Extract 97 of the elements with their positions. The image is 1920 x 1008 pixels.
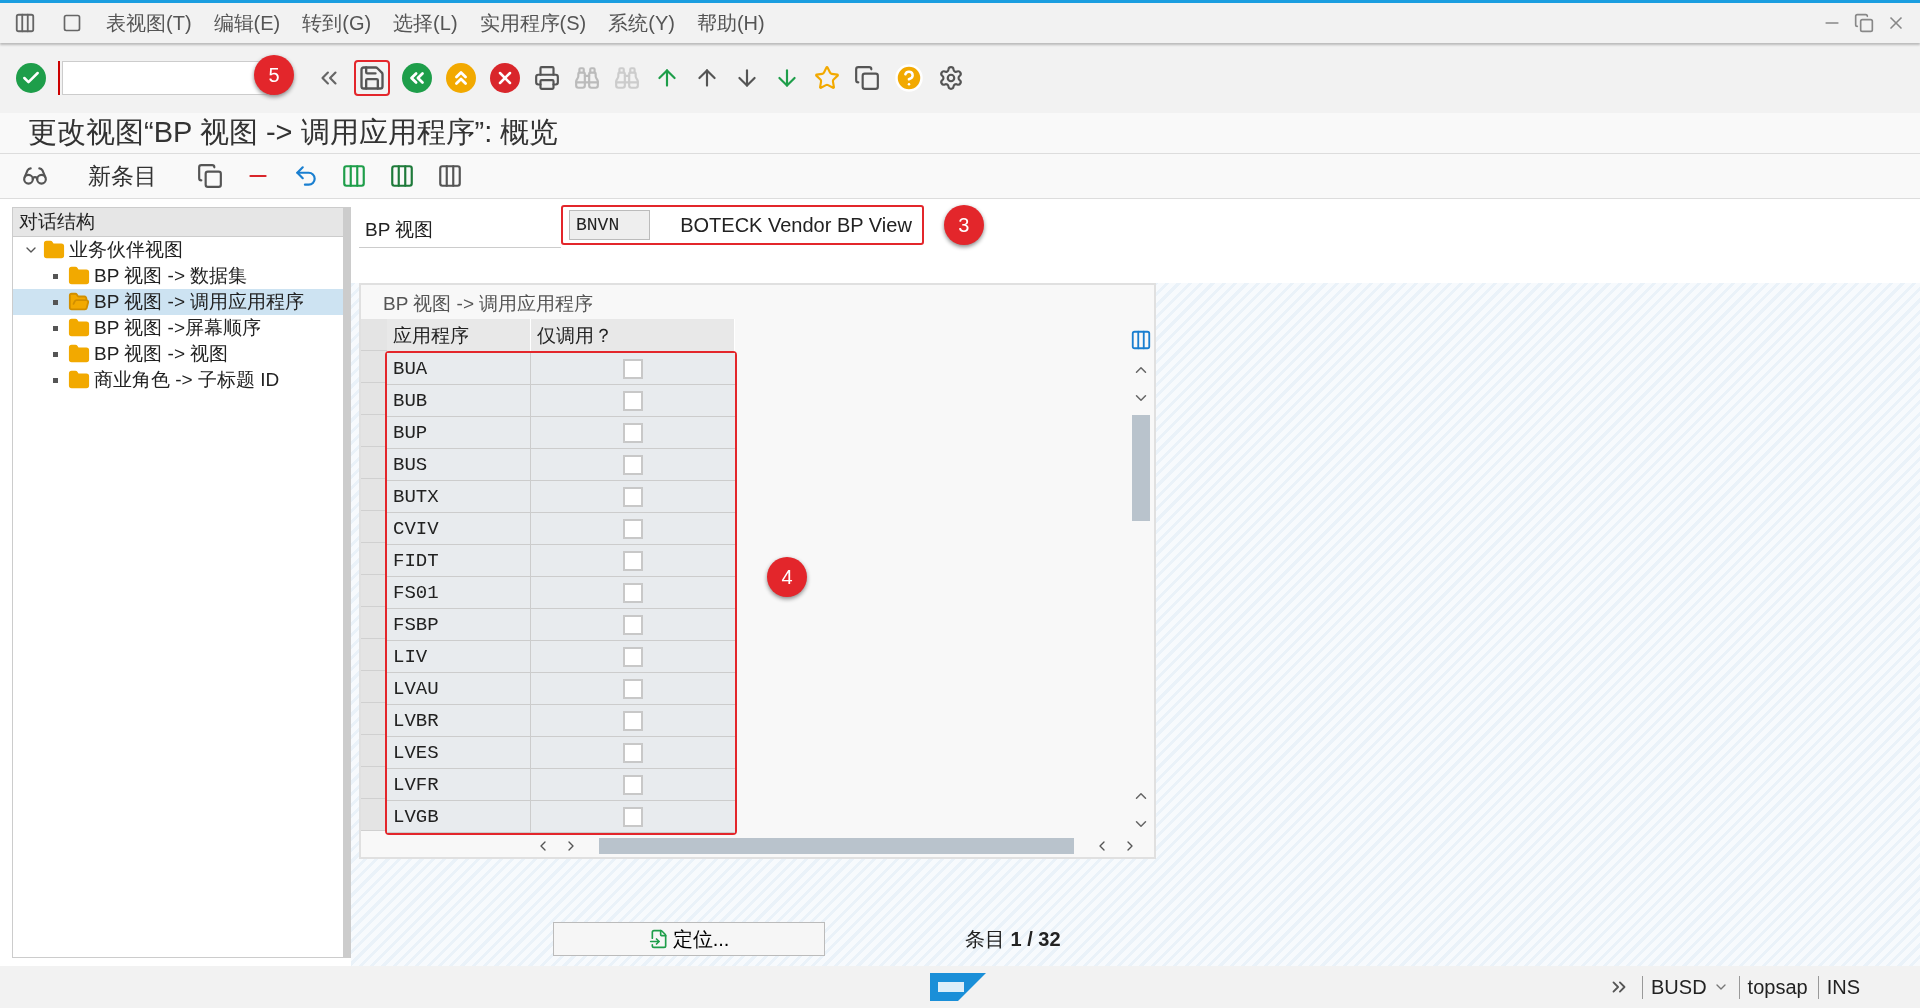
menu-item[interactable]: 表视图(T): [106, 9, 192, 37]
save-button[interactable]: [354, 60, 390, 96]
checkbox[interactable]: [623, 646, 643, 667]
tree-item[interactable]: BP 视图 ->屏幕顺序: [13, 315, 343, 341]
checkbox[interactable]: [623, 710, 643, 731]
column-header[interactable]: 仅调用？: [531, 319, 735, 351]
checkbox[interactable]: [623, 454, 643, 475]
scroll-thumb[interactable]: [1132, 415, 1150, 521]
command-field[interactable]: [62, 61, 268, 95]
table-cell: FS01: [387, 577, 531, 609]
restore-icon[interactable]: [1852, 11, 1876, 35]
row-selector[interactable]: [361, 447, 387, 479]
row-selector[interactable]: [361, 607, 387, 639]
table-cell: BUTX: [387, 481, 531, 513]
code-field[interactable]: BNVN: [569, 210, 651, 240]
folder-icon: [43, 239, 65, 261]
menu-item[interactable]: 系统(Y): [608, 9, 675, 37]
table-cell: LVGB: [387, 801, 531, 833]
checkbox[interactable]: [623, 582, 643, 603]
menu-item[interactable]: 转到(G): [302, 9, 372, 37]
checkbox[interactable]: [623, 550, 643, 571]
table-cell: BUP: [387, 417, 531, 449]
row-selector[interactable]: [361, 543, 387, 575]
column-header[interactable]: 应用程序: [387, 319, 531, 351]
bullet-icon: [53, 299, 58, 305]
logo-icon: [930, 973, 986, 1001]
folder-icon: [68, 343, 90, 365]
table-cell: FSBP: [387, 609, 531, 641]
table-title: BP 视图 -> 调用应用程序: [382, 292, 595, 316]
row-selector[interactable]: [361, 479, 387, 511]
checkbox[interactable]: [623, 742, 643, 763]
bullet-icon: [53, 377, 58, 383]
tree-item[interactable]: BP 视图 -> 视图: [13, 341, 343, 367]
menu-item[interactable]: 实用程序(S): [479, 9, 587, 37]
callout-badge: 4: [767, 557, 807, 597]
folder-icon: [68, 265, 90, 287]
checkbox[interactable]: [623, 422, 643, 443]
table-cell: CVIV: [387, 513, 531, 545]
tree-item[interactable]: 业务伙伴视图: [13, 237, 343, 263]
table-cell: LVBR: [387, 705, 531, 737]
table-cell: LVFR: [387, 769, 531, 801]
row-selector[interactable]: [361, 415, 387, 447]
row-selector[interactable]: [361, 639, 387, 671]
folder-icon: [68, 291, 90, 313]
checkbox[interactable]: [623, 358, 643, 379]
panel-header: 对话结构: [13, 208, 343, 237]
entry-count: 条目 1 / 32: [965, 926, 1061, 952]
bullet-icon: [53, 351, 58, 357]
user-text: topsap: [1738, 975, 1808, 999]
folder-icon: [68, 317, 90, 339]
field-label: BP 视图: [359, 205, 561, 248]
help-icon[interactable]: [892, 61, 926, 95]
copy-icon[interactable]: [195, 161, 225, 191]
description-text: BOTECK Vendor BP View: [680, 213, 912, 237]
checkbox[interactable]: [623, 614, 643, 635]
screen-title: 更改视图“BP 视图 -> 调用应用程序”: 概览: [0, 113, 1920, 154]
scroll-thumb[interactable]: [599, 838, 1074, 854]
checkbox[interactable]: [623, 806, 643, 827]
bullet-icon: [53, 273, 58, 279]
tree-item[interactable]: BP 视图 -> 数据集: [13, 263, 343, 289]
menu-item[interactable]: 帮助(H): [696, 9, 765, 37]
table-cell: LVAU: [387, 673, 531, 705]
table-cell: FIDT: [387, 545, 531, 577]
checkbox[interactable]: [623, 774, 643, 795]
row-selector[interactable]: [361, 671, 387, 703]
row-selector[interactable]: [361, 575, 387, 607]
checkbox[interactable]: [623, 518, 643, 539]
bullet-icon: [53, 325, 58, 331]
callout-badge: 3: [943, 205, 984, 245]
row-selector[interactable]: [361, 703, 387, 735]
row-selector[interactable]: [361, 383, 387, 415]
menu-item[interactable]: 选择(L): [393, 9, 458, 37]
row-selector[interactable]: [361, 511, 387, 543]
tree-item[interactable]: BP 视图 -> 调用应用程序: [13, 289, 343, 315]
checkbox[interactable]: [623, 390, 643, 411]
table-cell: BUS: [387, 449, 531, 481]
mode-text: INS: [1817, 975, 1860, 999]
folder-icon: [68, 369, 90, 391]
callout-badge: 5: [254, 55, 294, 95]
table-cell: LIV: [387, 641, 531, 673]
row-selector[interactable]: [361, 351, 387, 383]
menu-item[interactable]: 编辑(E): [213, 9, 281, 37]
table-cell: BUB: [387, 385, 531, 417]
row-selector[interactable]: [361, 799, 387, 831]
table-cell: LVES: [387, 737, 531, 769]
print-icon[interactable]: [532, 63, 562, 93]
table-cell: BUA: [387, 353, 531, 385]
system-dropdown[interactable]: BUSD: [1642, 975, 1729, 999]
checkbox[interactable]: [623, 678, 643, 699]
select-all-cell[interactable]: [361, 319, 387, 351]
tree-item[interactable]: 商业角色 -> 子标题 ID: [13, 367, 343, 393]
checkbox[interactable]: [623, 486, 643, 507]
new-entries-button[interactable]: 新条目: [68, 160, 177, 192]
row-selector[interactable]: [361, 735, 387, 767]
position-button[interactable]: 定位...: [553, 922, 825, 956]
row-selector[interactable]: [361, 767, 387, 799]
position-icon: [648, 929, 669, 949]
